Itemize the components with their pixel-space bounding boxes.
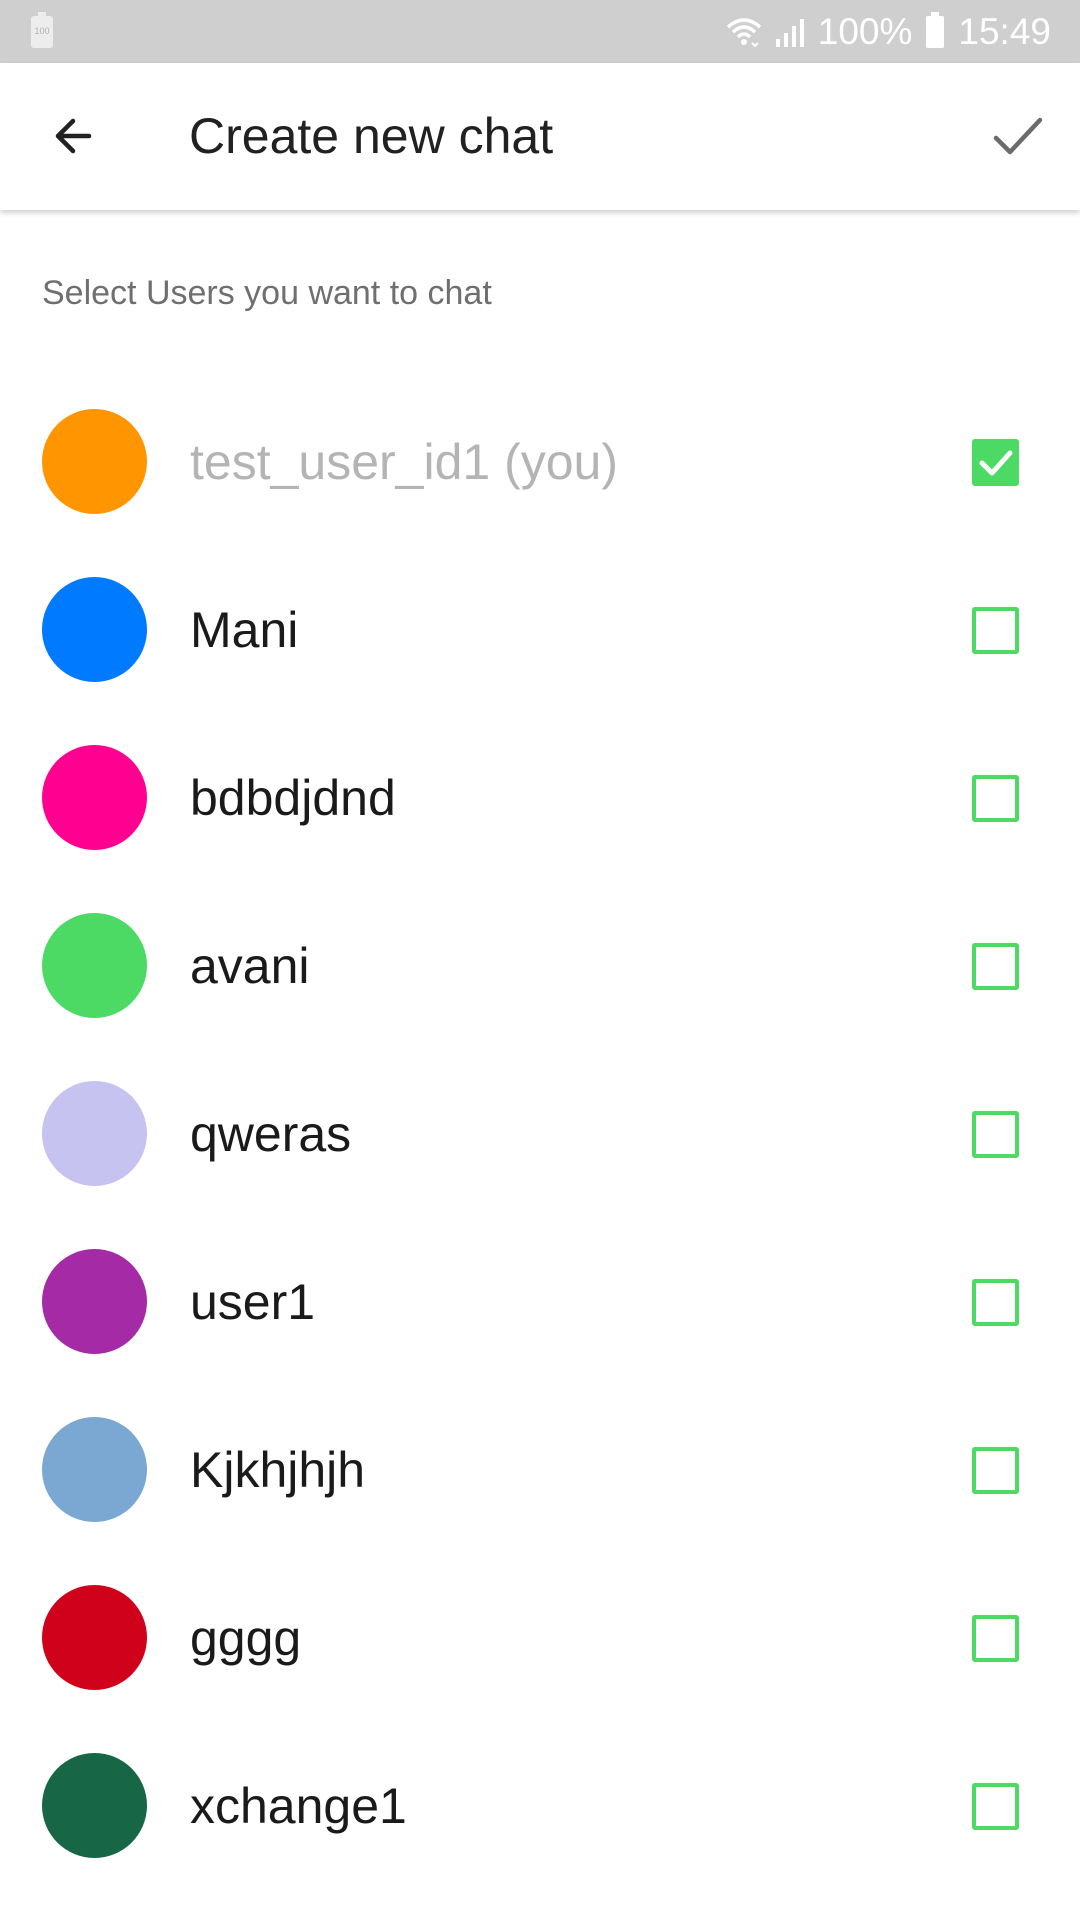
battery-icon: [926, 11, 945, 48]
select-checkbox[interactable]: [972, 775, 1019, 822]
avatar: [42, 1417, 147, 1522]
avatar: [42, 1753, 147, 1858]
list-item[interactable]: bdbdjdnd: [0, 714, 1080, 882]
avatar: [42, 1081, 147, 1186]
select-checkbox[interactable]: [972, 1279, 1019, 1326]
select-checkbox[interactable]: [972, 439, 1019, 486]
arrow-back-icon: [55, 118, 92, 154]
list-item[interactable]: Kjkhjhjh: [0, 1386, 1080, 1554]
avatar: [42, 1249, 147, 1354]
list-item[interactable]: Mani: [0, 546, 1080, 714]
avatar: [42, 409, 147, 514]
avatar: [42, 745, 147, 850]
user-name: bdbdjdnd: [190, 770, 396, 826]
battery-notification-icon: 100: [31, 12, 53, 48]
confirm-button[interactable]: [978, 101, 1058, 171]
list-item[interactable]: qweras: [0, 1050, 1080, 1218]
app-bar: Create new chat: [0, 63, 1080, 210]
user-name: Mani: [190, 602, 299, 658]
user-name: avani: [190, 938, 310, 994]
avatar: [42, 913, 147, 1018]
user-name: Kjkhjhjh: [190, 1442, 366, 1498]
status-bar: 100 100% 15:49: [0, 0, 1080, 63]
user-name: xchange1: [190, 1778, 407, 1834]
page-title: Create new chat: [189, 108, 554, 164]
status-bar-right: 100% 15:49: [724, 0, 1051, 63]
select-checkbox[interactable]: [972, 1447, 1019, 1494]
avatar: [42, 577, 147, 682]
battery-percent: 100%: [817, 10, 913, 52]
list-item[interactable]: user1: [0, 1218, 1080, 1386]
signal-icon: [775, 18, 804, 47]
battery-notification-label: 100: [34, 26, 50, 36]
user-name: user1: [190, 1274, 316, 1330]
checkmark-icon: [979, 450, 1012, 475]
clock: 15:49: [958, 10, 1051, 52]
back-button[interactable]: [30, 101, 116, 171]
select-checkbox[interactable]: [972, 1615, 1019, 1662]
list-item[interactable]: test_user_id1 (you): [0, 378, 1080, 546]
wifi-icon: [726, 17, 761, 47]
instruction-text: Select Users you want to chat: [42, 274, 492, 312]
user-list: test_user_id1 (you) Mani bdbdjdnd avani …: [0, 378, 1080, 1890]
list-item[interactable]: gggg: [0, 1554, 1080, 1722]
select-checkbox[interactable]: [972, 1783, 1019, 1830]
avatar: [42, 1585, 147, 1690]
check-icon: [993, 117, 1043, 155]
select-checkbox[interactable]: [972, 1111, 1019, 1158]
user-name: gggg: [190, 1610, 302, 1666]
list-item[interactable]: avani: [0, 882, 1080, 1050]
list-item[interactable]: xchange1: [0, 1722, 1080, 1890]
select-checkbox[interactable]: [972, 607, 1019, 654]
select-checkbox[interactable]: [972, 943, 1019, 990]
user-name: qweras: [190, 1106, 352, 1162]
user-name: test_user_id1 (you): [190, 434, 619, 490]
